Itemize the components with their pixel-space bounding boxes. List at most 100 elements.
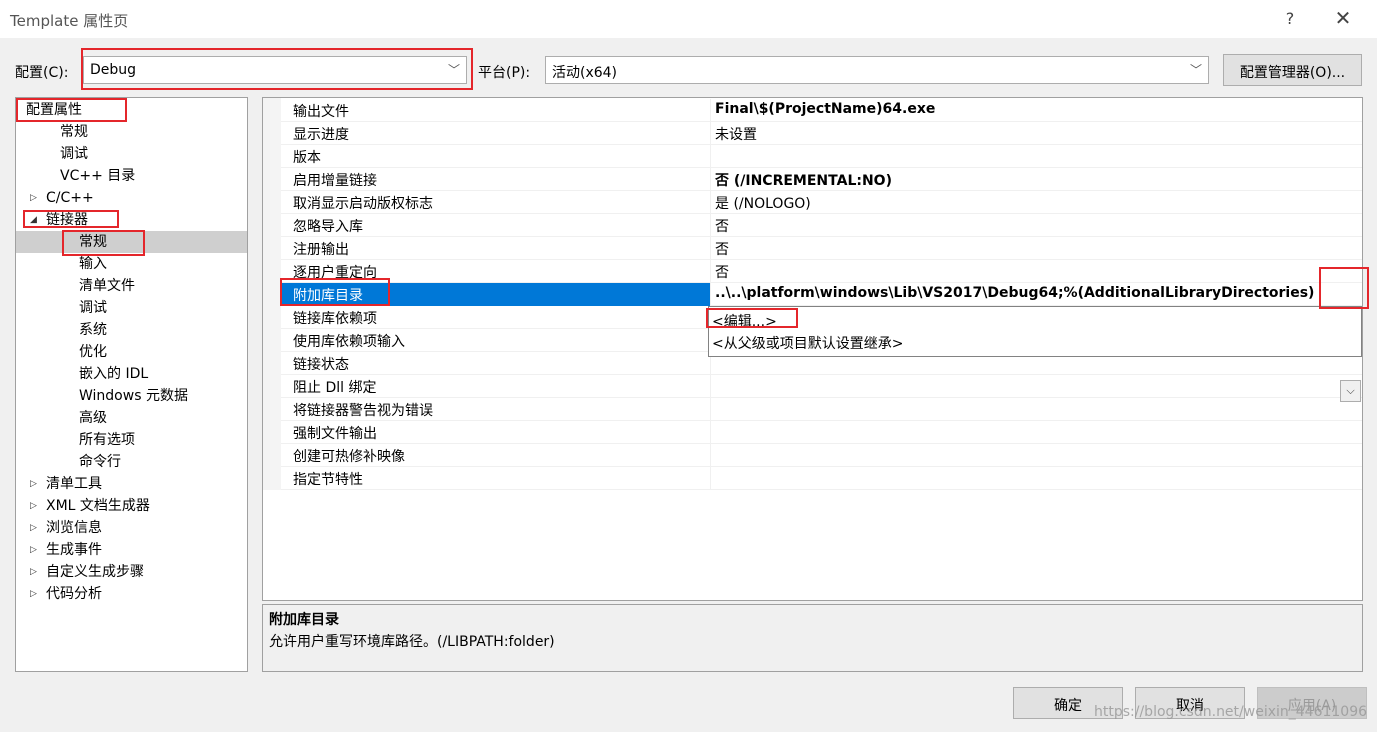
property-row[interactable]: 取消显示启动版权标志 是 (/NOLOGO) bbox=[281, 191, 1362, 214]
tree-item-label: 高级 bbox=[79, 410, 107, 426]
tree-item[interactable]: ▷ C/C++ bbox=[30, 187, 94, 209]
config-combo-value: Debug bbox=[90, 62, 137, 78]
property-row[interactable]: 阻止 Dll 绑定 bbox=[281, 375, 1362, 398]
property-row[interactable]: 将链接器警告视为错误 bbox=[281, 398, 1362, 421]
expand-triangle-icon[interactable]: ▷ bbox=[30, 583, 37, 605]
property-row[interactable]: 版本 bbox=[281, 145, 1362, 168]
tree-item[interactable]: 输入 bbox=[79, 253, 107, 275]
tree-item[interactable]: ▷ 浏览信息 bbox=[30, 517, 102, 539]
expand-triangle-icon[interactable]: ▷ bbox=[30, 561, 37, 583]
property-value[interactable]: 否 bbox=[715, 216, 729, 236]
tree-item[interactable]: ◢ 链接器 bbox=[30, 209, 88, 231]
property-row[interactable]: 附加库目录 ..\..\platform\windows\Lib\VS2017\D… bbox=[281, 283, 1362, 306]
property-name: 忽略导入库 bbox=[293, 219, 363, 235]
tree-item[interactable]: 常规 bbox=[79, 231, 107, 253]
tree-item[interactable]: ▷ 自定义生成步骤 bbox=[30, 561, 144, 583]
property-name: 逐用户重定向 bbox=[293, 265, 377, 281]
config-label: 配置(C): bbox=[15, 65, 69, 81]
help-icon[interactable]: ? bbox=[1283, 9, 1297, 28]
tree-item[interactable]: 所有选项 bbox=[79, 429, 135, 451]
property-value[interactable]: ..\..\platform\windows\Lib\VS2017\Debug6… bbox=[715, 285, 1314, 301]
platform-combo[interactable]: 活动(x64) ﹀ bbox=[545, 56, 1209, 84]
tree-item-label: 嵌入的 IDL bbox=[79, 366, 149, 382]
tree-item-label: 调试 bbox=[60, 146, 88, 162]
column-divider bbox=[710, 122, 711, 145]
column-divider bbox=[710, 214, 711, 237]
tree-item[interactable]: 嵌入的 IDL bbox=[79, 363, 148, 385]
property-row[interactable]: 创建可热修补映像 bbox=[281, 444, 1362, 467]
collapse-triangle-icon[interactable]: ◢ bbox=[16, 99, 17, 121]
tree-item[interactable]: 命令行 bbox=[79, 451, 121, 473]
property-name: 指定节特性 bbox=[293, 472, 363, 488]
tree-item[interactable]: ◢ 配置属性 bbox=[16, 99, 82, 121]
column-divider bbox=[710, 444, 711, 467]
property-value[interactable]: 是 (/NOLOGO) bbox=[715, 193, 811, 213]
tree-item-label: 常规 bbox=[79, 234, 107, 250]
property-row[interactable]: 注册输出 否 bbox=[281, 237, 1362, 260]
tree-item-label: 清单文件 bbox=[79, 278, 135, 294]
config-combo[interactable]: Debug ﹀ bbox=[83, 56, 467, 84]
dropdown-button[interactable]: ⌵ bbox=[1340, 380, 1361, 402]
expand-triangle-icon[interactable]: ▷ bbox=[30, 517, 37, 539]
tree-item-label: 代码分析 bbox=[46, 586, 102, 602]
property-tree: ◢配置属性常规调试VC++ 目录▷C/C++◢链接器常规输入清单文件调试系统优化… bbox=[15, 97, 248, 672]
config-manager-button[interactable]: 配置管理器(O)... bbox=[1223, 54, 1362, 86]
property-value[interactable]: 否 bbox=[715, 239, 729, 259]
tree-item[interactable]: 系统 bbox=[79, 319, 107, 341]
tree-item[interactable]: 优化 bbox=[79, 341, 107, 363]
tree-item-label: 命令行 bbox=[79, 454, 121, 470]
column-divider bbox=[710, 421, 711, 444]
tree-item-label: VC++ 目录 bbox=[60, 168, 136, 184]
property-row[interactable]: 输出文件 Final\$(ProjectName)64.exe bbox=[281, 99, 1362, 122]
title-bar: Template 属性页 ? ✕ bbox=[0, 0, 1377, 38]
property-value[interactable]: 否 (/INCREMENTAL:NO) bbox=[715, 170, 892, 190]
tree-item[interactable]: ▷ 生成事件 bbox=[30, 539, 102, 561]
property-name: 强制文件输出 bbox=[293, 426, 377, 442]
expand-triangle-icon[interactable]: ▷ bbox=[30, 495, 37, 517]
tree-item[interactable]: 高级 bbox=[79, 407, 107, 429]
tree-item[interactable]: 调试 bbox=[60, 143, 88, 165]
tree-item[interactable]: Windows 元数据 bbox=[79, 385, 188, 407]
column-divider bbox=[710, 237, 711, 260]
property-name: 链接状态 bbox=[293, 357, 349, 373]
property-row[interactable]: 指定节特性 bbox=[281, 467, 1362, 490]
property-row[interactable]: 逐用户重定向 否 bbox=[281, 260, 1362, 283]
property-row[interactable]: 忽略导入库 否 bbox=[281, 214, 1362, 237]
tree-item[interactable]: 清单文件 bbox=[79, 275, 135, 297]
property-name: 版本 bbox=[293, 150, 321, 166]
tree-item[interactable]: ▷ XML 文档生成器 bbox=[30, 495, 150, 517]
column-divider bbox=[710, 398, 711, 421]
property-value[interactable]: 未设置 bbox=[715, 124, 757, 144]
tree-item-label: 调试 bbox=[79, 300, 107, 316]
tree-item[interactable]: ▷ 代码分析 bbox=[30, 583, 102, 605]
property-row[interactable]: 启用增量链接 否 (/INCREMENTAL:NO) bbox=[281, 168, 1362, 191]
description-text: 允许用户重写环境库路径。(/LIBPATH:folder) bbox=[269, 634, 555, 650]
tree-item-label: C/C++ bbox=[46, 190, 94, 206]
property-value[interactable]: Final\$(ProjectName)64.exe bbox=[715, 101, 935, 117]
property-name: 创建可热修补映像 bbox=[293, 449, 405, 465]
tree-item-label: 自定义生成步骤 bbox=[46, 564, 144, 580]
dropdown-option-edit[interactable]: <编辑...> bbox=[712, 311, 777, 331]
expand-triangle-icon[interactable]: ▷ bbox=[30, 473, 37, 495]
tree-item-label: 浏览信息 bbox=[46, 520, 102, 536]
collapse-triangle-icon[interactable]: ◢ bbox=[30, 209, 37, 231]
tree-item[interactable]: 常规 bbox=[60, 121, 88, 143]
tree-item[interactable]: 调试 bbox=[79, 297, 107, 319]
column-divider bbox=[710, 260, 711, 283]
watermark: https://blog.csdn.net/weixin_44611096 bbox=[1094, 704, 1368, 720]
dropdown-option-inherit[interactable]: <从父级或项目默认设置继承> bbox=[712, 333, 903, 353]
property-name: 使用库依赖项输入 bbox=[293, 334, 405, 350]
tree-item-label: 配置属性 bbox=[26, 102, 82, 118]
tree-item[interactable]: VC++ 目录 bbox=[60, 165, 135, 187]
property-row[interactable]: 显示进度 未设置 bbox=[281, 122, 1362, 145]
tree-item[interactable]: ▷ 清单工具 bbox=[30, 473, 102, 495]
close-icon[interactable]: ✕ bbox=[1334, 6, 1352, 30]
property-name: 输出文件 bbox=[293, 104, 349, 120]
dropdown-list: <编辑...> <从父级或项目默认设置继承> bbox=[708, 306, 1362, 357]
expand-triangle-icon[interactable]: ▷ bbox=[30, 539, 37, 561]
property-row[interactable]: 强制文件输出 bbox=[281, 421, 1362, 444]
property-name: 附加库目录 bbox=[293, 288, 363, 304]
property-name: 阻止 Dll 绑定 bbox=[293, 380, 377, 396]
expand-triangle-icon[interactable]: ▷ bbox=[30, 187, 37, 209]
property-value[interactable]: 否 bbox=[715, 262, 729, 282]
